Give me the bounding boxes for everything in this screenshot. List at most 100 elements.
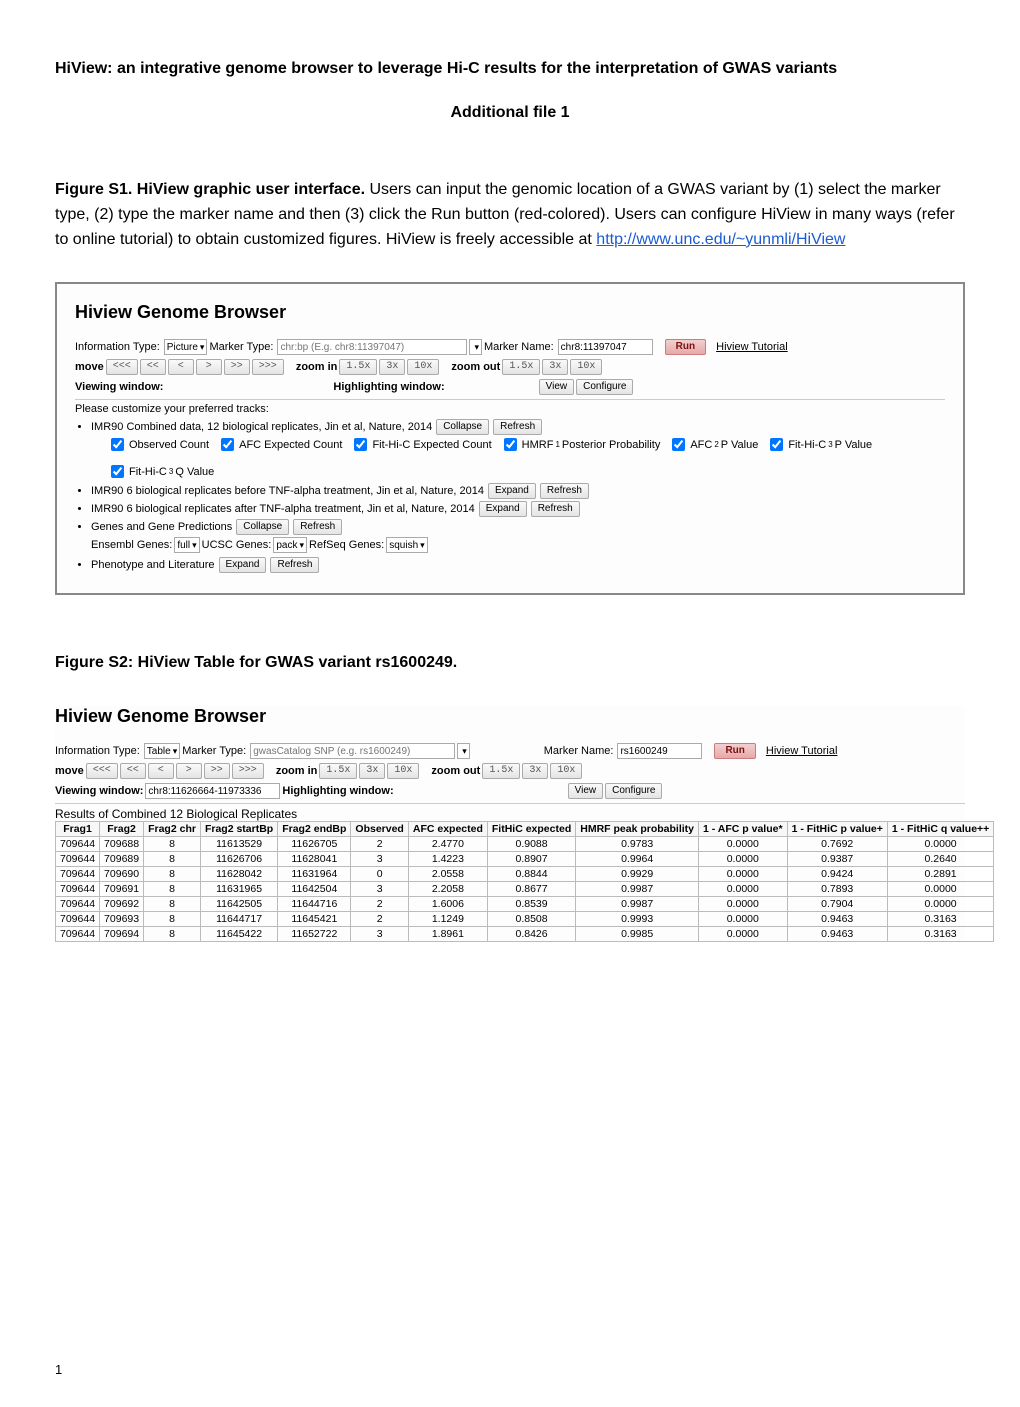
zoom-out-3x[interactable]: 3x bbox=[542, 359, 568, 375]
marker-name-input-2[interactable] bbox=[617, 743, 702, 759]
table-cell: 8 bbox=[144, 837, 201, 852]
zoom-in-label: zoom in bbox=[296, 361, 338, 373]
view-button-2[interactable]: View bbox=[568, 783, 604, 799]
track-5-expand[interactable]: Expand bbox=[219, 557, 267, 573]
table-cell: 11626705 bbox=[278, 837, 351, 852]
marker-name-label: Marker Name: bbox=[484, 341, 554, 353]
move-right-2[interactable]: >> bbox=[224, 359, 250, 375]
move-left-2[interactable]: << bbox=[140, 359, 166, 375]
track-3-refresh[interactable]: Refresh bbox=[531, 501, 580, 517]
nav-row: move <<< << < > >> >>> zoom in 1.5x 3x 1… bbox=[75, 359, 945, 375]
table-cell: 0.9987 bbox=[576, 882, 699, 897]
marker-type-select[interactable]: ▾ bbox=[469, 339, 482, 355]
results-header: Results of Combined 12 Biological Replic… bbox=[55, 803, 965, 821]
move-left-1[interactable]: < bbox=[168, 359, 194, 375]
zoom-out-1-5x[interactable]: 1.5x bbox=[502, 359, 540, 375]
tutorial-link[interactable]: Hiview Tutorial bbox=[716, 341, 788, 353]
viewing-window-input[interactable] bbox=[145, 783, 280, 799]
table-cell: 11644716 bbox=[278, 897, 351, 912]
marker-type-label: Marker Type: bbox=[209, 341, 273, 353]
hiview-url-link[interactable]: http://www.unc.edu/~yunmli/HiView bbox=[596, 231, 845, 248]
marker-name-input[interactable] bbox=[558, 339, 653, 355]
track-3-expand[interactable]: Expand bbox=[479, 501, 527, 517]
zoom-in-10x[interactable]: 10x bbox=[407, 359, 439, 375]
table-cell: 0.0000 bbox=[699, 927, 788, 942]
chk-afc-pvalue[interactable]: AFC2 P Value bbox=[668, 435, 758, 454]
track-3-label: IMR90 6 biological replicates after TNF-… bbox=[91, 503, 475, 515]
table-cell: 11613529 bbox=[200, 837, 277, 852]
zoom-in-1-5x[interactable]: 1.5x bbox=[339, 359, 377, 375]
zoom-out-1-5x-b[interactable]: 1.5x bbox=[482, 763, 520, 779]
chevron-down-icon: ▾ bbox=[474, 342, 479, 353]
table-cell: 0.8539 bbox=[487, 897, 575, 912]
move-left-3[interactable]: <<< bbox=[106, 359, 138, 375]
table-cell: 0.9088 bbox=[487, 837, 575, 852]
chk-fithic-qvalue[interactable]: Fit-Hi-C3 Q Value bbox=[107, 462, 214, 481]
track-2-refresh[interactable]: Refresh bbox=[540, 483, 589, 499]
configure-button-2[interactable]: Configure bbox=[605, 783, 662, 799]
table-cell: 709694 bbox=[100, 927, 144, 942]
highlighting-window-label-2: Highlighting window: bbox=[282, 785, 393, 797]
chk-afc-expected[interactable]: AFC Expected Count bbox=[217, 435, 342, 454]
chk-fithic-pvalue[interactable]: Fit-Hi-C3 P Value bbox=[766, 435, 872, 454]
table-cell: 11626706 bbox=[200, 852, 277, 867]
zoom-out-3x-b[interactable]: 3x bbox=[522, 763, 548, 779]
chk-fithic-expected[interactable]: Fit-Hi-C Expected Count bbox=[350, 435, 491, 454]
table-cell: 0.9463 bbox=[787, 927, 887, 942]
zoom-in-3x-b[interactable]: 3x bbox=[359, 763, 385, 779]
move-left-3-b[interactable]: <<< bbox=[86, 763, 118, 779]
info-type-select-2[interactable]: Table▾ bbox=[144, 743, 180, 759]
move-left-2-b[interactable]: << bbox=[120, 763, 146, 779]
zoom-out-10x-b[interactable]: 10x bbox=[550, 763, 582, 779]
refseq-select[interactable]: squish▾ bbox=[386, 537, 427, 553]
track-5-refresh[interactable]: Refresh bbox=[270, 557, 319, 573]
col-header: 1 - AFC p value* bbox=[699, 822, 788, 837]
ucsc-select[interactable]: pack▾ bbox=[273, 537, 307, 553]
table-cell: 0.0000 bbox=[699, 852, 788, 867]
run-button[interactable]: Run bbox=[665, 339, 706, 355]
col-header: Frag2 startBp bbox=[200, 822, 277, 837]
table-cell: 0.9387 bbox=[787, 852, 887, 867]
marker-type-input[interactable] bbox=[277, 339, 467, 355]
track-4-collapse[interactable]: Collapse bbox=[236, 519, 289, 535]
move-left-1-b[interactable]: < bbox=[148, 763, 174, 779]
table-cell: 709693 bbox=[100, 912, 144, 927]
track-4-refresh[interactable]: Refresh bbox=[293, 519, 342, 535]
ensembl-select[interactable]: full▾ bbox=[174, 537, 199, 553]
info-type-select[interactable]: Picture▾ bbox=[164, 339, 208, 355]
move-right-1[interactable]: > bbox=[196, 359, 222, 375]
info-row: Information Type: Picture▾ Marker Type: … bbox=[75, 339, 945, 355]
marker-name-label-2: Marker Name: bbox=[544, 745, 614, 757]
table-cell: 8 bbox=[144, 867, 201, 882]
zoom-in-1-5x-b[interactable]: 1.5x bbox=[319, 763, 357, 779]
track-2: IMR90 6 biological replicates before TNF… bbox=[91, 483, 945, 499]
move-right-3-b[interactable]: >>> bbox=[232, 763, 264, 779]
zoom-in-10x-b[interactable]: 10x bbox=[387, 763, 419, 779]
move-right-1-b[interactable]: > bbox=[176, 763, 202, 779]
ensembl-label: Ensembl Genes: bbox=[91, 539, 172, 551]
tutorial-link-2[interactable]: Hiview Tutorial bbox=[766, 745, 838, 757]
run-button-2[interactable]: Run bbox=[714, 743, 755, 759]
marker-type-select-2[interactable]: ▾ bbox=[457, 743, 470, 759]
zoom-out-10x[interactable]: 10x bbox=[570, 359, 602, 375]
results-table: Frag1Frag2Frag2 chrFrag2 startBpFrag2 en… bbox=[55, 821, 994, 942]
chk-observed[interactable]: Observed Count bbox=[107, 435, 209, 454]
track-2-expand[interactable]: Expand bbox=[488, 483, 536, 499]
table-cell: 709691 bbox=[100, 882, 144, 897]
move-right-3[interactable]: >>> bbox=[252, 359, 284, 375]
zoom-in-3x[interactable]: 3x bbox=[379, 359, 405, 375]
col-header: 1 - FitHiC p value+ bbox=[787, 822, 887, 837]
chk-hmrf-posterior[interactable]: HMRF1 Posterior Probability bbox=[500, 435, 661, 454]
track-1-refresh[interactable]: Refresh bbox=[493, 419, 542, 435]
track-1-collapse[interactable]: Collapse bbox=[436, 419, 489, 435]
table-cell: 0.2640 bbox=[887, 852, 993, 867]
view-button[interactable]: View bbox=[539, 379, 575, 395]
table-cell: 709690 bbox=[100, 867, 144, 882]
configure-button[interactable]: Configure bbox=[576, 379, 633, 395]
table-cell: 709688 bbox=[100, 837, 144, 852]
info-row-2: Information Type: Table▾ Marker Type: ▾ … bbox=[55, 743, 965, 759]
marker-type-input-2[interactable] bbox=[250, 743, 455, 759]
move-right-2-b[interactable]: >> bbox=[204, 763, 230, 779]
table-row: 7096447096908116280421163196402.05580.88… bbox=[56, 867, 994, 882]
table-cell: 11645422 bbox=[200, 927, 277, 942]
